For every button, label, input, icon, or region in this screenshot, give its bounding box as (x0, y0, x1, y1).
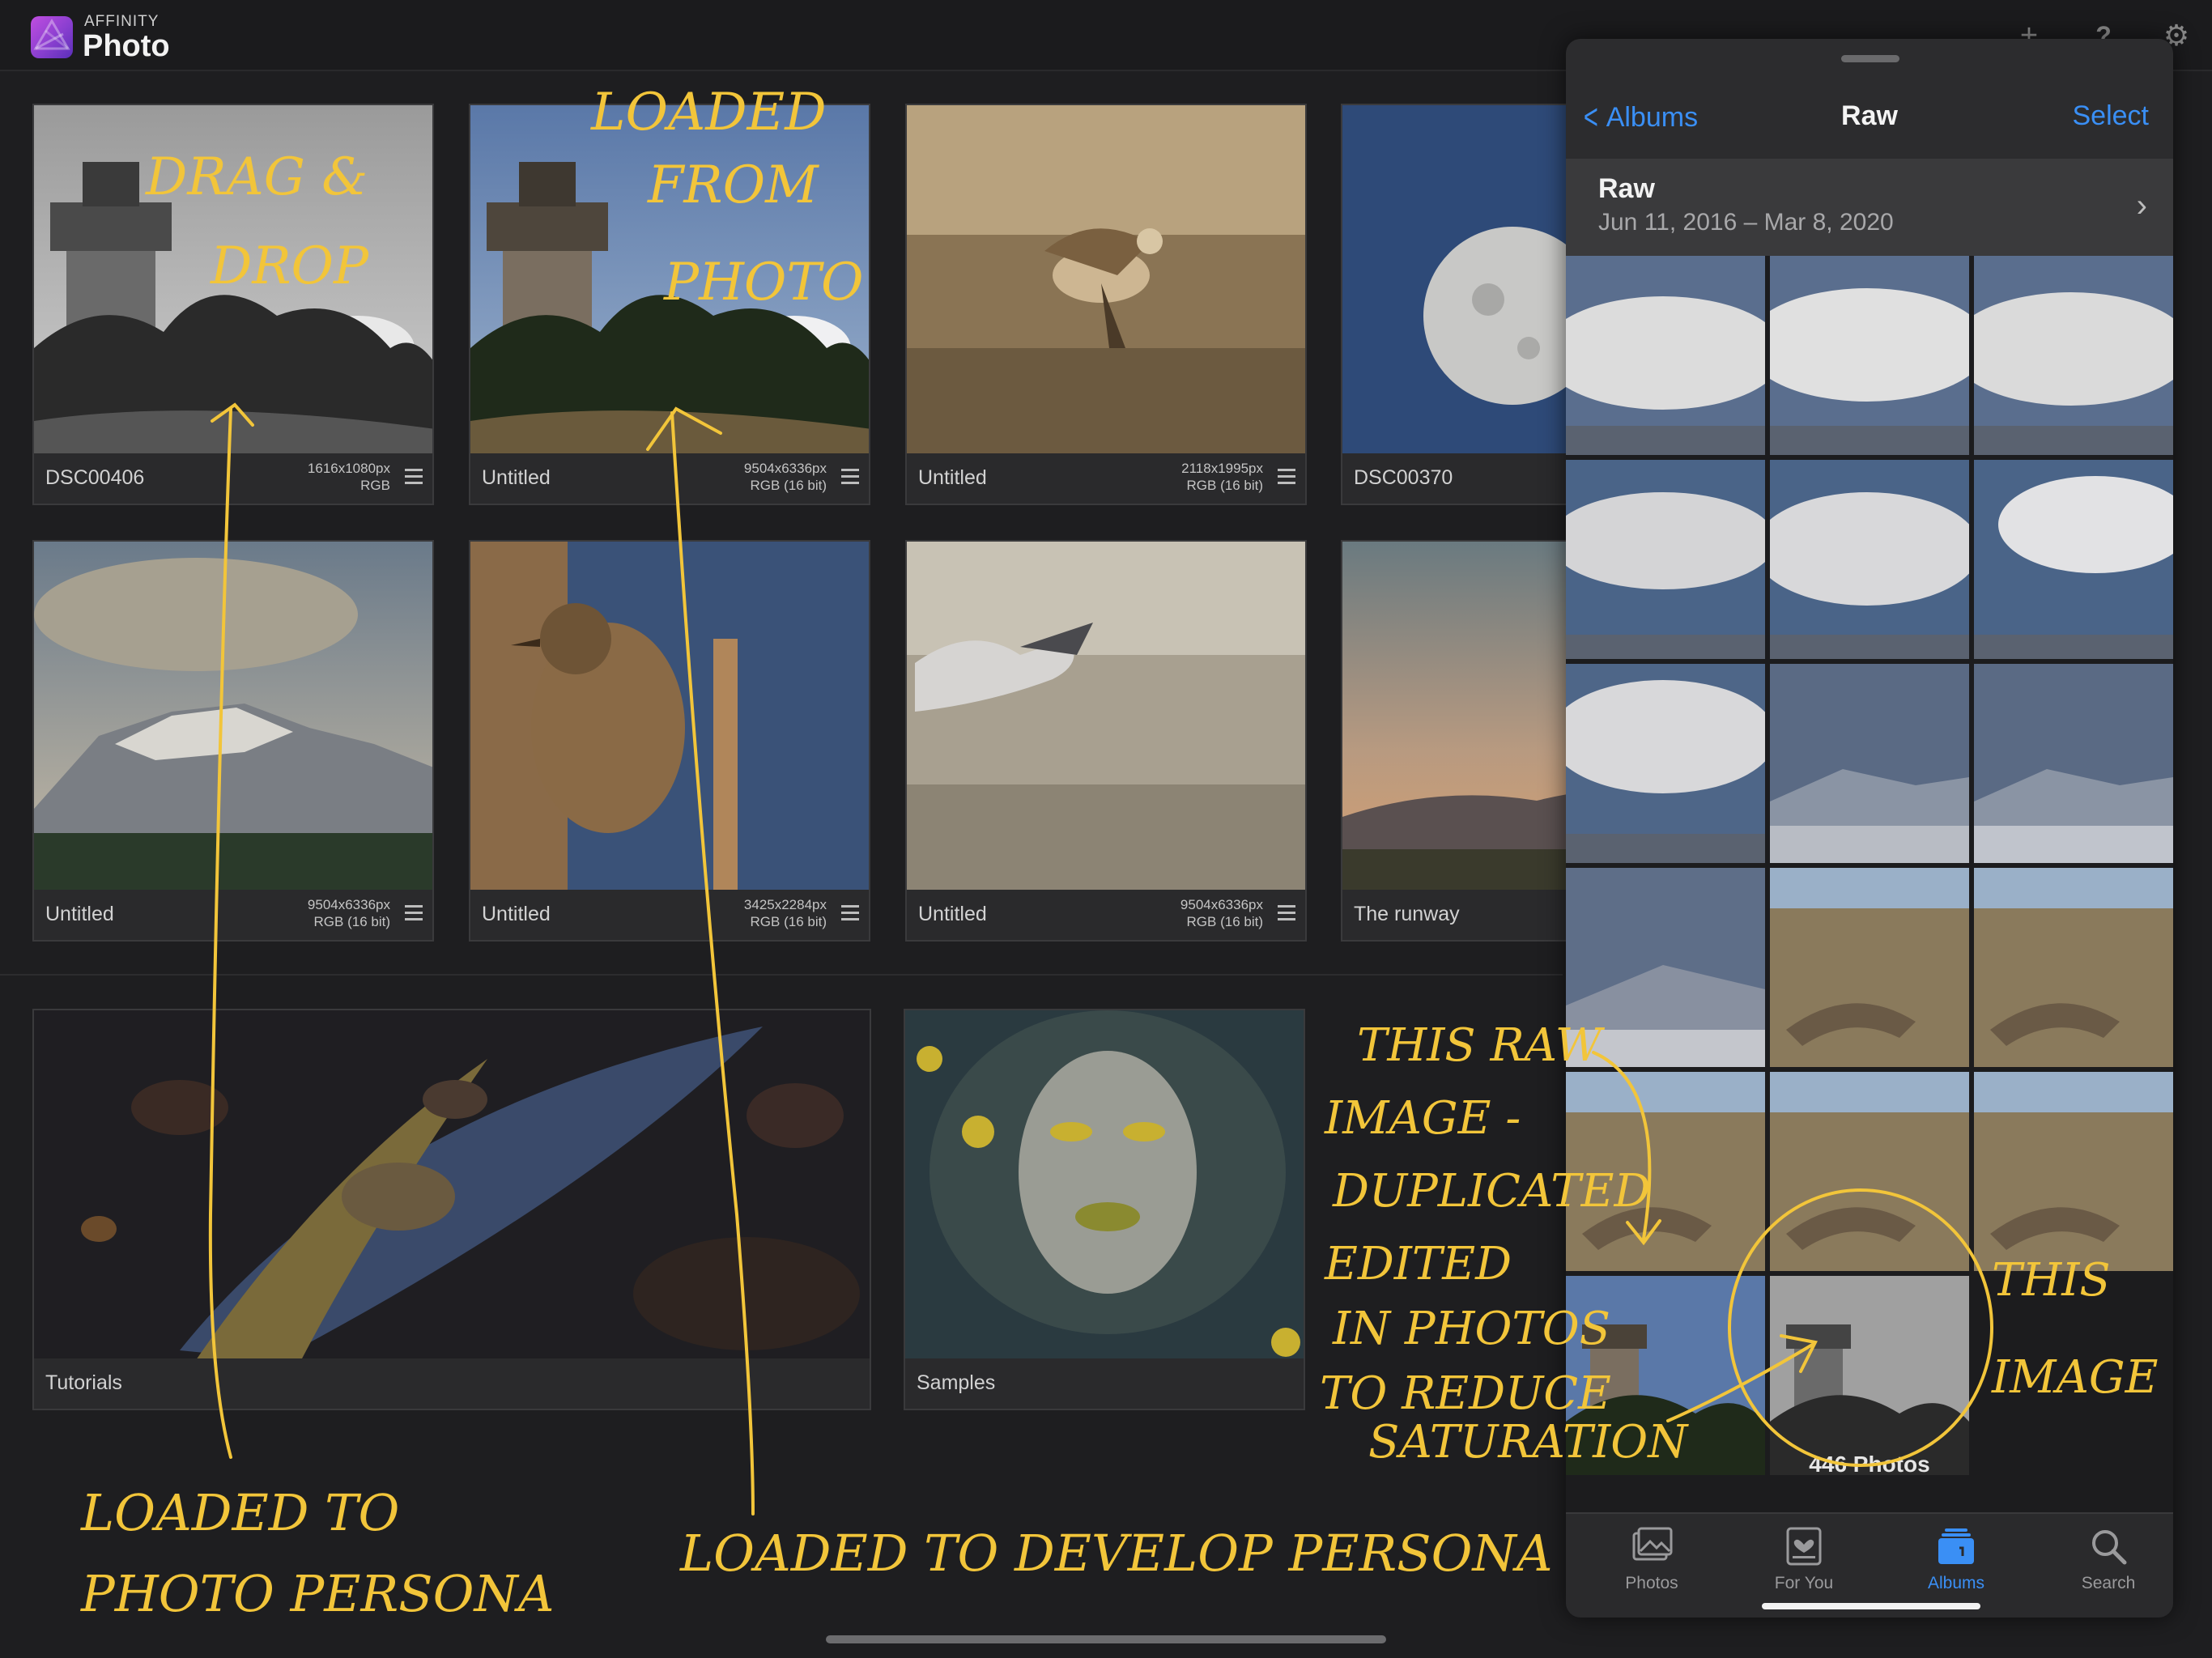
tutorials-label: Tutorials (45, 1371, 122, 1394)
picker-navbar: < Albums Raw Select (1566, 39, 2173, 159)
photo-thumbnail[interactable] (1770, 256, 1969, 455)
document-card[interactable]: DSC00406 1616x1080px RGB (32, 104, 434, 505)
samples-card[interactable]: Samples (904, 1009, 1305, 1410)
section-divider (0, 974, 1563, 976)
document-card[interactable]: Untitled 9504x6336px RGB (16 bit) (469, 104, 870, 505)
album-summary-row[interactable]: Raw Jun 11, 2016 – Mar 8, 2020 › (1566, 159, 2173, 256)
document-name: Untitled (482, 903, 551, 925)
photo-thumbnail[interactable] (1566, 256, 1765, 455)
document-card[interactable]: Untitled 3425x2284px RGB (16 bit) (469, 540, 870, 942)
photo-thumbnail[interactable] (1566, 664, 1765, 863)
brand-caption: AFFINITY (84, 13, 160, 30)
hamburger-menu-icon[interactable] (1278, 905, 1295, 923)
photo-count: 446 Photos (1809, 1452, 1930, 1477)
document-card[interactable]: Untitled 9504x6336px RGB (16 bit) (32, 540, 434, 942)
document-name: The runway (1354, 903, 1460, 925)
photo-thumbnail[interactable] (1770, 1072, 1969, 1271)
app-title: Photo (83, 29, 170, 63)
photo-thumbnail[interactable] (1770, 460, 1969, 659)
document-name: Untitled (918, 466, 987, 489)
document-meta: 3425x2284px RGB (16 bit) (743, 897, 827, 929)
document-thumbnail (470, 542, 869, 891)
document-meta: 9504x6336px RGB (16 bit) (307, 897, 390, 929)
tab-search[interactable]: Search (2052, 1524, 2165, 1593)
document-meta: 9504x6336px RGB (16 bit) (743, 461, 827, 493)
albums-icon (1938, 1528, 1974, 1564)
annotation-text: PHOTO PERSONA (80, 1564, 555, 1623)
hamburger-menu-icon[interactable] (405, 469, 423, 487)
photo-thumbnail[interactable] (1770, 1276, 1969, 1475)
chevron-right-icon: › (2136, 188, 2147, 223)
picker-tab-bar: Photos For You Albums Search (1566, 1512, 2173, 1618)
hamburger-menu-icon[interactable] (841, 469, 859, 487)
tab-for-you[interactable]: For You (1747, 1524, 1861, 1593)
samples-thumbnail (905, 1010, 1304, 1360)
tutorials-thumbnail (34, 1010, 870, 1360)
photo-thumbnail[interactable] (1770, 868, 1969, 1067)
document-thumbnail (907, 105, 1305, 455)
hamburger-menu-icon[interactable] (1278, 469, 1295, 487)
tab-albums[interactable]: Albums (1899, 1524, 2013, 1593)
photo-thumbnail[interactable] (1566, 868, 1765, 1067)
photo-thumbnail[interactable] (1566, 1276, 1765, 1475)
hamburger-menu-icon[interactable] (841, 905, 859, 923)
document-name: Untitled (45, 903, 114, 925)
album-name: Raw (1598, 173, 1655, 204)
search-icon (2092, 1530, 2127, 1565)
samples-label: Samples (917, 1371, 996, 1394)
photo-thumbnail[interactable] (1770, 664, 1969, 863)
document-thumbnail (34, 542, 432, 891)
home-indicator[interactable] (826, 1635, 1386, 1643)
document-name: DSC00406 (45, 466, 145, 489)
annotation-text: EDITED (1324, 1238, 1512, 1290)
document-card[interactable]: Untitled 2118x1995px RGB (16 bit) (905, 104, 1307, 505)
select-button[interactable]: Select (2073, 100, 2150, 132)
document-thumbnail (907, 542, 1305, 891)
for-you-icon (1786, 1527, 1822, 1566)
photos-picker-panel: < Albums Raw Select Raw Jun 11, 2016 – Ma… (1566, 39, 2173, 1618)
photo-thumbnail[interactable] (1974, 256, 2173, 455)
photo-thumbnail[interactable] (1974, 460, 2173, 659)
document-name: Untitled (918, 903, 987, 925)
affinity-photo-logo (31, 16, 73, 58)
photo-thumbnail[interactable] (1974, 868, 2173, 1067)
annotation-text: LOADED TO (80, 1483, 399, 1542)
tutorials-card[interactable]: Tutorials (32, 1009, 871, 1410)
document-name: Untitled (482, 466, 551, 489)
document-card[interactable]: Untitled 9504x6336px RGB (16 bit) (905, 540, 1307, 942)
document-meta: 9504x6336px RGB (16 bit) (1180, 897, 1263, 929)
document-meta: 1616x1080px RGB (307, 461, 390, 493)
photo-thumbnail[interactable] (1566, 1072, 1765, 1271)
annotation-text: IMAGE - (1324, 1092, 1521, 1145)
document-thumbnail (470, 105, 869, 455)
photos-icon (1632, 1527, 1673, 1561)
sheet-grabber[interactable] (1841, 55, 1899, 62)
photo-thumbnail[interactable] (1974, 664, 2173, 863)
document-meta: 2118x1995px RGB (16 bit) (1181, 461, 1263, 493)
album-date-range: Jun 11, 2016 – Mar 8, 2020 (1598, 209, 1894, 236)
active-tab-indicator (1762, 1603, 1980, 1609)
document-name: DSC00370 (1354, 466, 1453, 489)
photo-thumbnail[interactable] (1566, 460, 1765, 659)
annotation-text: LOADED TO DEVELOP PERSONA (679, 1524, 1552, 1583)
tab-photos[interactable]: Photos (1595, 1524, 1708, 1593)
photo-thumbnail[interactable] (1974, 1072, 2173, 1271)
document-thumbnail (34, 105, 432, 455)
hamburger-menu-icon[interactable] (405, 905, 423, 923)
